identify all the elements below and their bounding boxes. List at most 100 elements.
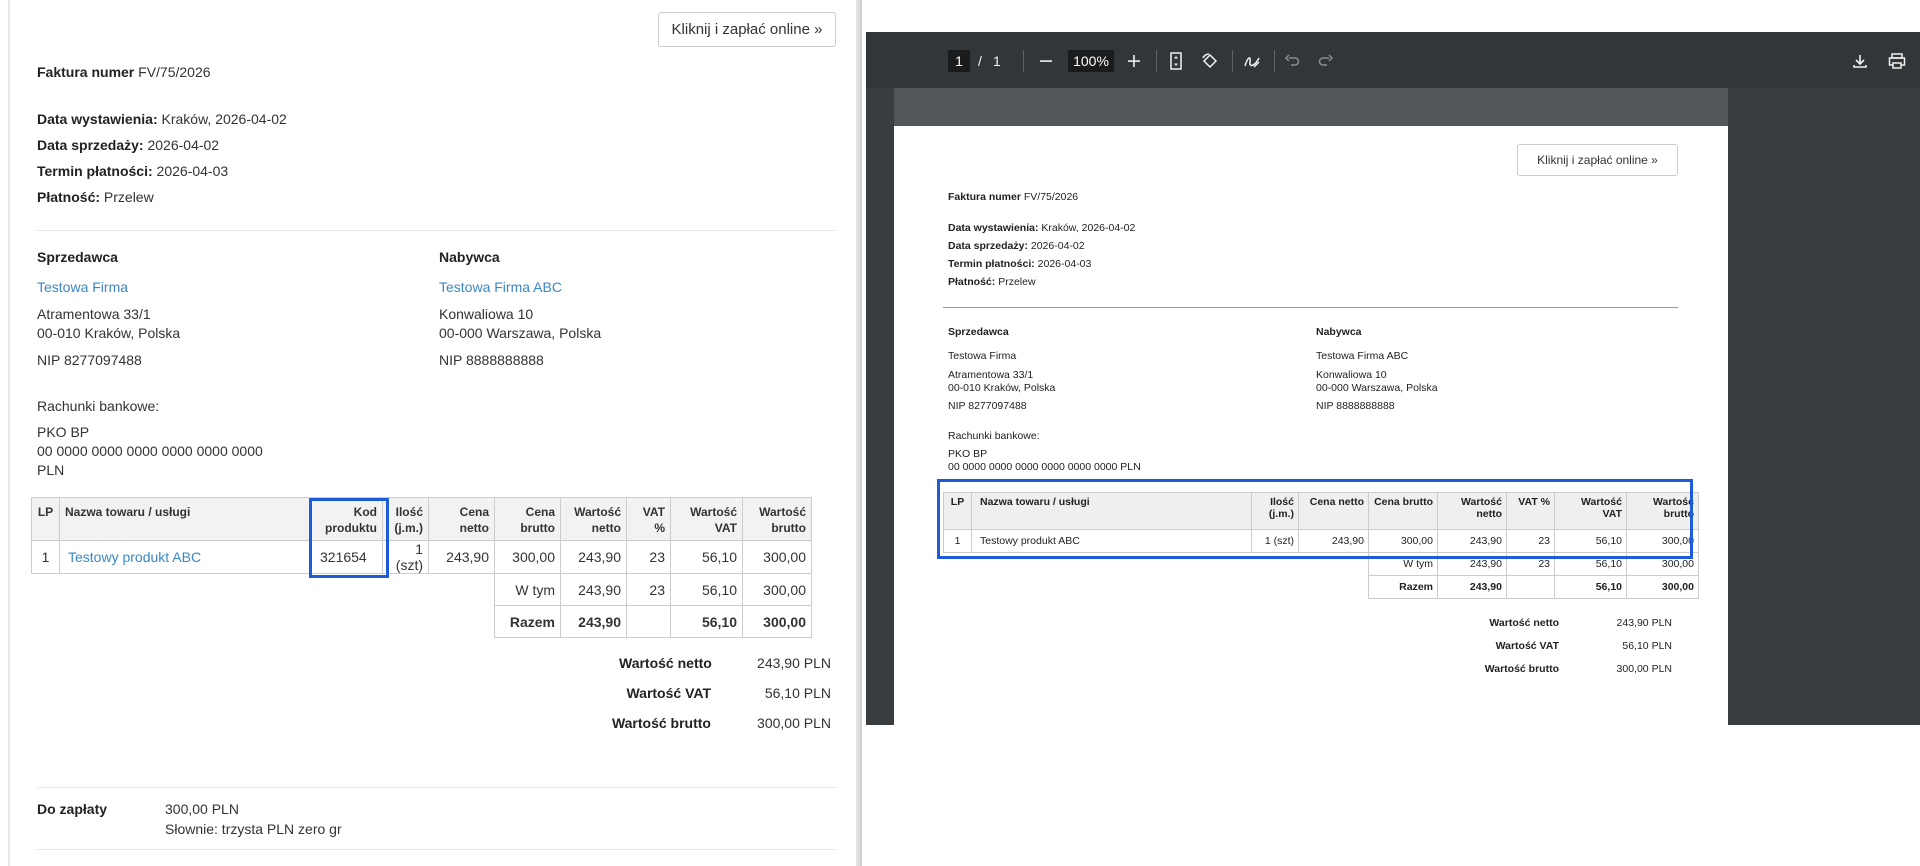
print-icon[interactable]	[1885, 49, 1909, 73]
canvas-margin	[866, 88, 894, 725]
pdf-seller-name: Testowa Firma	[948, 350, 1017, 362]
pdf-seller-city: 00-010 Kraków, Polska	[948, 382, 1056, 394]
total-gross-label: Wartość brutto	[611, 715, 711, 731]
pdf-seller-heading: Sprzedawca	[948, 326, 1009, 338]
pdf-razem-vat-pct	[1506, 575, 1555, 599]
razem-vat: 56,10	[670, 605, 743, 638]
total-net-label: Wartość netto	[619, 655, 712, 671]
col-lp: LP	[31, 497, 60, 541]
cell-gross-value: 300,00	[742, 540, 812, 574]
buyer-name-link[interactable]: Testowa Firma ABC	[439, 278, 562, 296]
invoice-number: Faktura numer FV/75/2026	[37, 64, 211, 80]
total-row: Razem 243,90 56,10 300,00	[32, 605, 812, 638]
seller-name-link[interactable]: Testowa Firma	[37, 278, 128, 296]
pdf-toolbar: 1 / 1 100%	[866, 32, 1920, 88]
pdf-buyer-name: Testowa Firma ABC	[1316, 350, 1409, 362]
pdf-razem-gross: 300,00	[1626, 575, 1699, 599]
buyer-nip: NIP 8888888888	[439, 352, 544, 368]
toolbar-separator	[1156, 50, 1157, 72]
total-net-value: 243,90 PLN	[757, 655, 831, 671]
annotate-icon[interactable]	[1240, 49, 1264, 73]
download-icon[interactable]	[1848, 49, 1872, 73]
total-row: Razem 243,90 56,10 300,00	[944, 575, 1699, 599]
pdf-total-gross-label: Wartość brutto	[1484, 663, 1559, 675]
page-total: 1	[993, 53, 1001, 69]
cell-net-price: 243,90	[428, 540, 495, 574]
zoom-input[interactable]: 100%	[1068, 50, 1114, 72]
pdf-pay-online-button: Kliknij i zapłać online »	[1517, 144, 1678, 176]
table-header-row: LP Nazwa towaru / usługi Kod produktu Il…	[31, 497, 812, 541]
highlight-pdf-table	[937, 479, 1693, 559]
razem-net: 243,90	[560, 605, 627, 638]
pdf-page	[894, 126, 1728, 725]
pdf-issue-date: Data wystawienia: Kraków, 2026-04-02	[948, 222, 1136, 234]
pdf-razem-net: 243,90	[1437, 575, 1507, 599]
web-invoice-pane: Kliknij i zapłać online » Faktura numer …	[0, 0, 866, 866]
pdf-seller-street: Atramentowa 33/1	[948, 369, 1034, 381]
page-number-input[interactable]: 1	[948, 50, 970, 72]
col-gross-value: Wartość brutto	[742, 497, 812, 541]
wtym-vat-pct: 23	[626, 573, 671, 606]
pdf-seller-nip: NIP 8277097488	[948, 400, 1027, 412]
pdf-total-net-value: 243,90 PLN	[1616, 617, 1672, 629]
fit-to-page-icon[interactable]	[1164, 49, 1188, 73]
total-gross-value: 300,00 PLN	[757, 715, 831, 731]
seller-city: 00-010 Kraków, Polska	[37, 325, 181, 341]
pdf-total-net-label: Wartość netto	[1489, 617, 1559, 629]
toolbar-separator	[1023, 50, 1024, 72]
total-vat-label: Wartość VAT	[626, 685, 711, 701]
razem-vat-pct	[626, 605, 671, 638]
col-qty: Ilość (j.m.)	[382, 497, 429, 541]
pdf-bank-name: PKO BP	[948, 448, 988, 460]
pdf-total-vat-value: 56,10 PLN	[1622, 640, 1672, 652]
pdf-bank-account: 00 0000 0000 0000 0000 0000 0000 PLN	[948, 461, 1141, 473]
cell-net-value: 243,90	[560, 540, 627, 574]
pdf-buyer-nip: NIP 8888888888	[1316, 400, 1395, 412]
pdf-due-date: Termin płatności: 2026-04-03	[948, 258, 1092, 270]
razem-label: Razem	[494, 605, 561, 638]
pdf-buyer-heading: Nabywca	[1316, 326, 1362, 338]
buyer-city: 00-000 Warszawa, Polska	[439, 325, 602, 341]
bank-account-number: 00 0000 0000 0000 0000 0000 0000	[37, 443, 263, 459]
pane-divider	[856, 0, 862, 866]
col-gross-price: Cena brutto	[494, 497, 561, 541]
buyer-heading: Nabywca	[439, 249, 500, 265]
total-vat-value: 56,10 PLN	[764, 685, 831, 701]
seller-heading: Sprzedawca	[37, 249, 118, 265]
cell-vat-value: 56,10	[670, 540, 743, 574]
seller-nip: NIP 8277097488	[37, 352, 142, 368]
wtym-label: W tym	[494, 573, 561, 606]
bank-currency: PLN	[37, 462, 65, 478]
divider	[37, 849, 836, 850]
product-name-link[interactable]: Testowy produkt ABC	[59, 540, 310, 574]
canvas-margin	[1728, 88, 1920, 725]
to-pay-amount: 300,00 PLN	[165, 801, 239, 817]
zoom-in-icon[interactable]	[1122, 49, 1146, 73]
cell-qty: 1 (szt)	[382, 540, 429, 574]
invoice-items-table: LP Nazwa towaru / usługi Kod produktu Il…	[31, 497, 812, 638]
pdf-total-gross-value: 300,00 PLN	[1616, 663, 1672, 675]
cell-vat-pct: 23	[626, 540, 671, 574]
pdf-razem-vat: 56,10	[1554, 575, 1627, 599]
pdf-total-vat-label: Wartość VAT	[1495, 640, 1559, 652]
col-name: Nazwa towaru / usługi	[59, 497, 310, 541]
cell-gross-price: 300,00	[494, 540, 561, 574]
redo-icon[interactable]	[1314, 49, 1338, 73]
toolbar-separator	[1232, 50, 1233, 72]
divider	[37, 230, 836, 231]
zoom-out-icon[interactable]	[1034, 49, 1058, 73]
rotate-icon[interactable]	[1198, 49, 1222, 73]
to-pay-words: Słownie: trzysta PLN zero gr	[165, 821, 342, 837]
pdf-payment-method: Płatność: Przelew	[948, 276, 1036, 288]
wtym-net: 243,90	[560, 573, 627, 606]
wtym-gross: 300,00	[742, 573, 812, 606]
page-separator: /	[978, 53, 982, 69]
bank-accounts-heading: Rachunki bankowe:	[37, 398, 160, 414]
pdf-divider	[943, 307, 1678, 308]
pay-online-button[interactable]: Kliknij i zapłać online »	[658, 12, 836, 47]
to-pay-label: Do zapłaty	[37, 801, 108, 817]
col-vat-pct: VAT %	[626, 497, 671, 541]
col-vat-value: Wartość VAT	[670, 497, 743, 541]
undo-icon[interactable]	[1280, 49, 1304, 73]
pdf-bank-heading: Rachunki bankowe:	[948, 430, 1040, 442]
